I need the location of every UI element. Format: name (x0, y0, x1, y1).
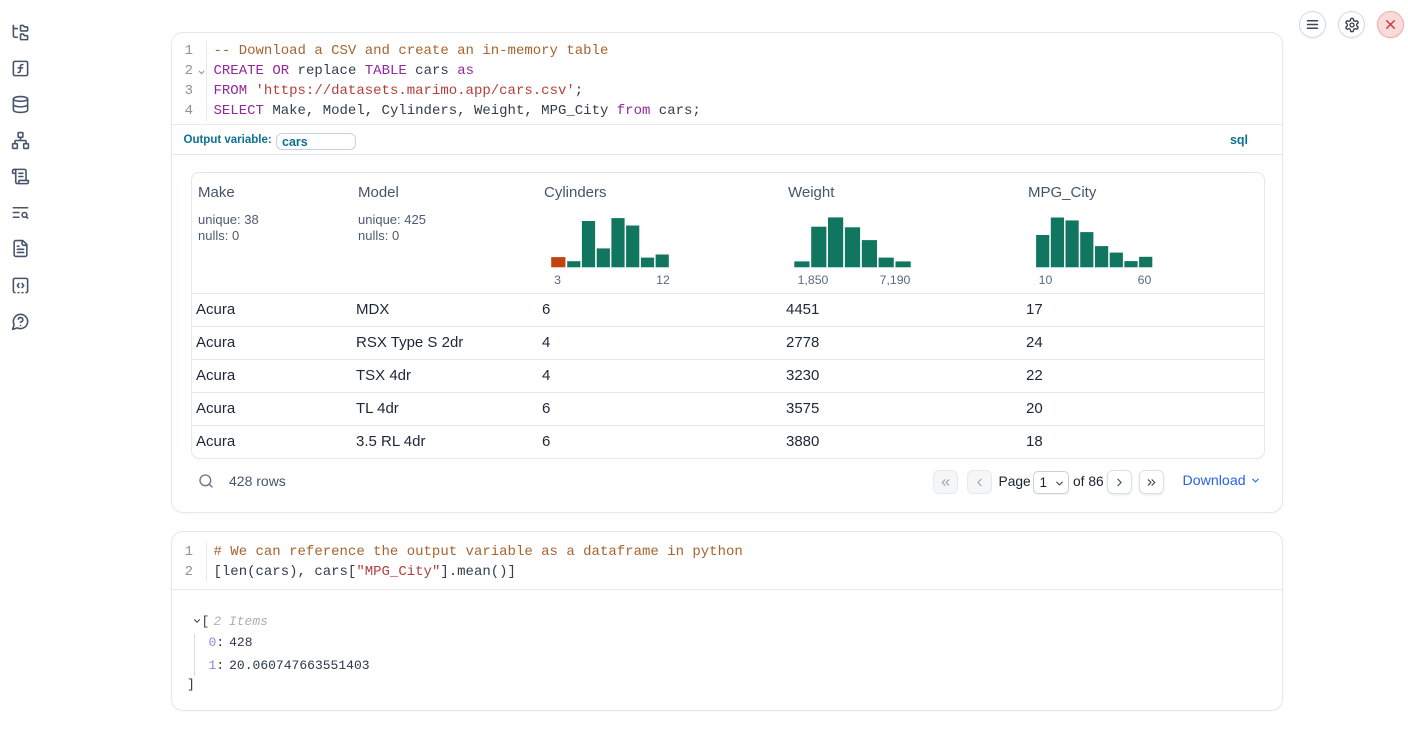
svg-text:12: 12 (656, 273, 670, 287)
svg-text:3: 3 (554, 273, 561, 287)
svg-text:60: 60 (1138, 273, 1152, 287)
svg-text:1,850: 1,850 (798, 273, 829, 287)
svg-text:7,190: 7,190 (880, 273, 911, 287)
svg-text:10: 10 (1039, 273, 1053, 287)
